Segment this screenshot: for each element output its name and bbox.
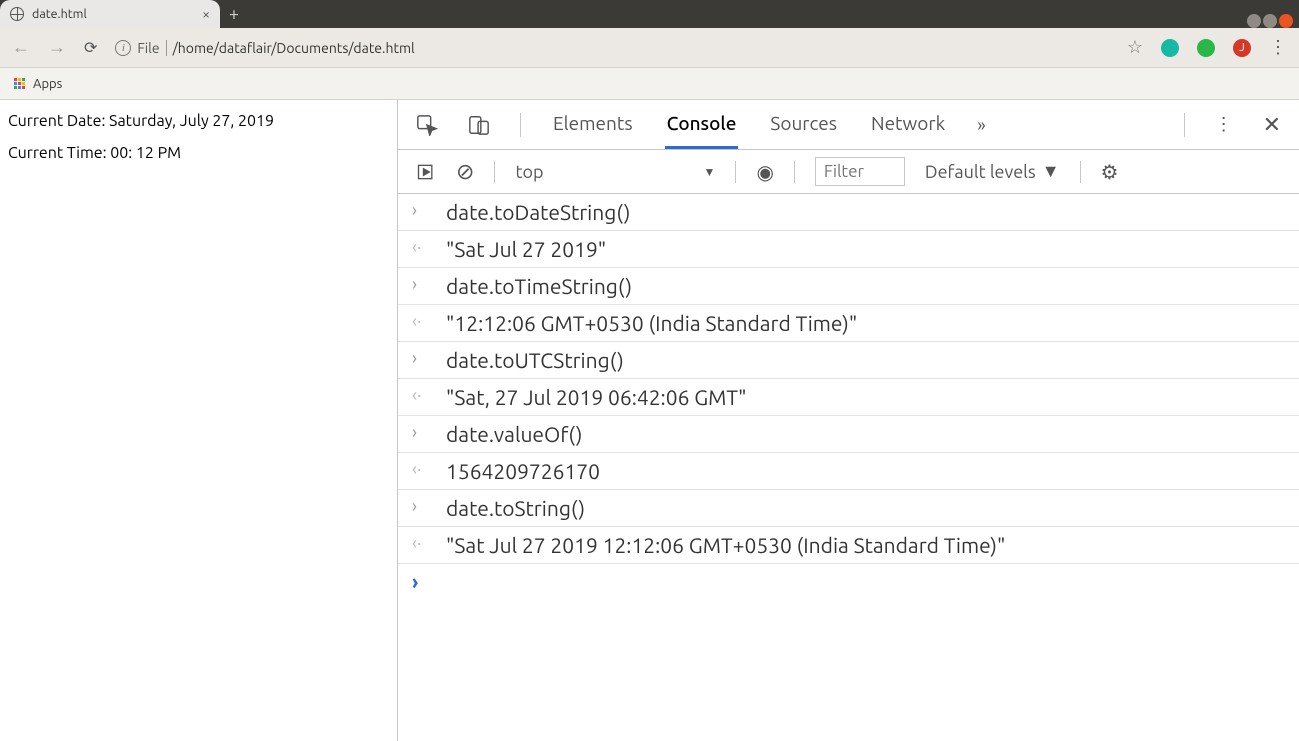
console-output-chevron-icon: ‹·: [412, 533, 430, 555]
console-input-chevron-icon: ›: [412, 348, 430, 370]
devtools-panel: Elements Console Sources Network » ⋮ ✕ ⊘…: [398, 100, 1299, 741]
browser-menu-icon[interactable]: ⋮: [1269, 37, 1287, 58]
page-line-time: Current Time: 00: 12 PM: [8, 144, 389, 162]
live-expressions-icon[interactable]: ◉: [756, 160, 773, 184]
console-output-value: "Sat Jul 27 2019 12:12:06 GMT+0530 (Indi…: [446, 533, 1005, 557]
console-input-row: › date.toString(): [398, 490, 1299, 527]
page-line-date: Current Date: Saturday, July 27, 2019: [8, 112, 389, 130]
browser-tab[interactable]: date.html ×: [0, 0, 220, 28]
log-levels-selector[interactable]: Default levels ▼: [925, 161, 1060, 182]
extension-dot-icon[interactable]: [1197, 39, 1215, 57]
window-controls: [1247, 8, 1299, 28]
console-prompt-chevron-icon: ›: [412, 570, 418, 593]
console-settings-icon[interactable]: ⚙: [1101, 160, 1119, 184]
console-input-code: date.valueOf(): [446, 422, 583, 446]
forward-icon[interactable]: →: [48, 37, 66, 58]
minimize-icon[interactable]: [1247, 14, 1261, 28]
console-input-chevron-icon: ›: [412, 274, 430, 296]
console-input-row: › date.toTimeString(): [398, 268, 1299, 305]
context-label: top: [515, 162, 543, 182]
console-output-row: ‹· "12:12:06 GMT+0530 (India Standard Tim…: [398, 305, 1299, 342]
maximize-icon[interactable]: [1263, 14, 1277, 28]
console-output-row: ‹· 1564209726170: [398, 453, 1299, 490]
tab-sources[interactable]: Sources: [768, 100, 839, 149]
console-input-code: date.toTimeString(): [446, 274, 632, 298]
context-selector[interactable]: top ▼: [515, 162, 715, 182]
profile-avatar[interactable]: J: [1233, 39, 1251, 57]
device-toggle-icon[interactable]: [468, 114, 490, 136]
console-input-code: date.toString(): [446, 496, 585, 520]
url-path: /home/dataflair/Documents/date.html: [173, 40, 415, 56]
content-area: Current Date: Saturday, July 27, 2019 Cu…: [0, 100, 1299, 741]
window-titlebar: date.html × +: [0, 0, 1299, 28]
bookmark-bar: Apps: [0, 68, 1299, 100]
console-input-row: › date.valueOf(): [398, 416, 1299, 453]
console-output-chevron-icon: ‹·: [412, 459, 430, 481]
url-scheme: File: [137, 40, 166, 56]
console-input-code: date.toDateString(): [446, 200, 631, 224]
tab-title: date.html: [32, 7, 194, 21]
console-input-code: date.toUTCString(): [446, 348, 624, 372]
console-output-value: "Sat Jul 27 2019": [446, 237, 606, 261]
apps-grid-icon[interactable]: [14, 78, 25, 89]
console-input-chevron-icon: ›: [412, 422, 430, 444]
bookmark-star-icon[interactable]: ☆: [1127, 37, 1143, 58]
devtools-tabbar: Elements Console Sources Network » ⋮ ✕: [398, 100, 1299, 150]
address-bar[interactable]: i File /home/dataflair/Documents/date.ht…: [115, 40, 1108, 56]
console-input-row: › date.toUTCString(): [398, 342, 1299, 379]
globe-icon: [10, 7, 24, 21]
console-output-row: ‹· "Sat, 27 Jul 2019 06:42:06 GMT": [398, 379, 1299, 416]
console-input-chevron-icon: ›: [412, 496, 430, 518]
filter-input[interactable]: [815, 157, 905, 186]
levels-label: Default levels: [925, 162, 1036, 182]
clear-console-icon[interactable]: ⊘: [456, 159, 474, 185]
tab-elements[interactable]: Elements: [551, 100, 635, 149]
inspect-element-icon[interactable]: [416, 114, 438, 136]
chevron-down-icon: ▼: [1042, 161, 1060, 182]
extension-grammarly-icon[interactable]: [1161, 39, 1179, 57]
console-output-row: ‹· "Sat Jul 27 2019": [398, 231, 1299, 268]
console-output-chevron-icon: ‹·: [412, 311, 430, 333]
console-toolbar: ⊘ top ▼ ◉ Default levels ▼ ⚙: [398, 150, 1299, 194]
rendered-page: Current Date: Saturday, July 27, 2019 Cu…: [0, 100, 398, 741]
execution-step-icon[interactable]: [416, 162, 436, 182]
close-window-icon[interactable]: [1279, 14, 1293, 28]
console-output-row: ‹· "Sat Jul 27 2019 12:12:06 GMT+0530 (In…: [398, 527, 1299, 564]
back-icon[interactable]: ←: [12, 37, 30, 58]
site-info-icon[interactable]: i: [115, 40, 131, 56]
devtools-menu-icon[interactable]: ⋮: [1215, 114, 1233, 135]
devtools-close-icon[interactable]: ✕: [1263, 112, 1281, 138]
console-output-value: "12:12:06 GMT+0530 (India Standard Time)…: [446, 311, 857, 335]
console-output-value: "Sat, 27 Jul 2019 06:42:06 GMT": [446, 385, 746, 409]
console-input-chevron-icon: ›: [412, 200, 430, 222]
apps-label[interactable]: Apps: [33, 77, 62, 91]
browser-toolbar: ← → ⟳ i File /home/dataflair/Documents/d…: [0, 28, 1299, 68]
console-output-chevron-icon: ‹·: [412, 385, 430, 407]
console-output[interactable]: › date.toDateString() ‹· "Sat Jul 27 2019" ›…: [398, 194, 1299, 741]
reload-icon[interactable]: ⟳: [84, 38, 97, 57]
console-input-row: › date.toDateString(): [398, 194, 1299, 231]
tab-console[interactable]: Console: [665, 100, 739, 149]
tab-network[interactable]: Network: [869, 100, 947, 149]
more-tabs-icon[interactable]: »: [977, 115, 985, 135]
close-tab-icon[interactable]: ×: [202, 6, 210, 22]
console-output-chevron-icon: ‹·: [412, 237, 430, 259]
chevron-down-icon: ▼: [704, 165, 716, 179]
console-prompt[interactable]: ›: [398, 564, 1299, 599]
console-output-value: 1564209726170: [446, 459, 600, 483]
new-tab-button[interactable]: +: [220, 0, 248, 28]
